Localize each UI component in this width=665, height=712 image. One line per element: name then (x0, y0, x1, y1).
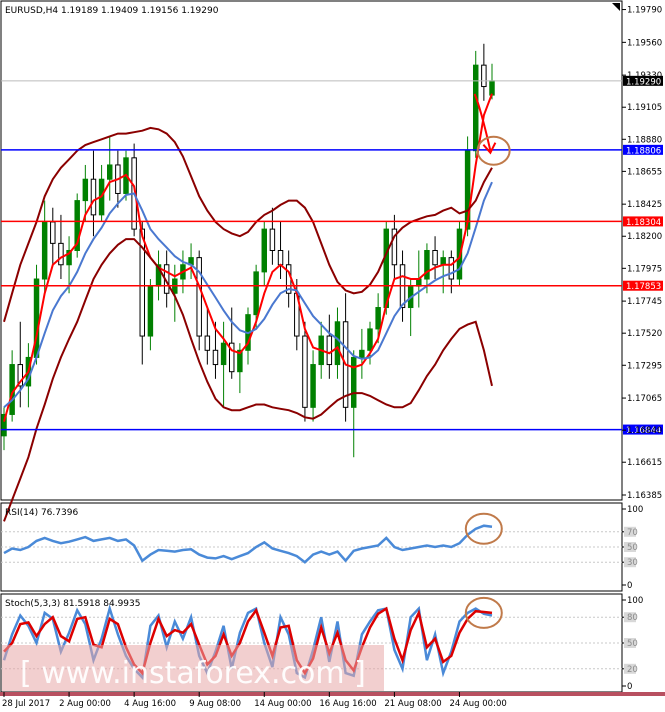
y-tick-label: 1.19560 (627, 38, 662, 48)
x-tick-label: 24 Aug 00:00 (449, 699, 506, 709)
chart-svg: 1.188061.183041.178531.168441.19290 1.19… (0, 0, 665, 709)
y-tick-label: 1.19105 (627, 103, 662, 113)
candle-body (106, 164, 113, 180)
chart-window: 1.18806 1.18304 1.17853 1.16844 1.19290 1.19… (0, 0, 665, 712)
candle-body (90, 178, 97, 216)
candle-body (82, 178, 89, 202)
candle-body (367, 328, 373, 351)
candle-body (277, 250, 284, 266)
y-tick-label: 1.19330 (627, 71, 662, 81)
x-tick-label: 4 Aug 16:00 (124, 699, 176, 709)
candle-body (269, 228, 276, 252)
candle-body (375, 307, 381, 330)
y-tick-label: 1.16385 (627, 491, 662, 501)
candle-body (350, 356, 357, 408)
y-tick-label: 50 (627, 639, 638, 649)
watermark-text: [ www.instaforex.com ] (20, 656, 366, 691)
candle-body (326, 335, 333, 366)
candle-body (204, 335, 211, 351)
candle-body (302, 335, 308, 408)
x-tick-label: 28 Jul 2017 (2, 699, 50, 709)
x-tick-label: 21 Aug 08:00 (384, 699, 441, 709)
y-tick-label: 50 (627, 543, 638, 553)
candle-body (310, 364, 316, 408)
candle-body (334, 321, 341, 366)
candle-body (261, 228, 268, 273)
y-tick-label: 80 (627, 613, 638, 623)
y-tick-label: 100 (627, 505, 643, 515)
level-label: 1.18806 (626, 146, 661, 156)
y-tick-label: 1.17745 (627, 297, 662, 307)
main-panel-frame (0, 0, 623, 501)
candle-body (424, 250, 430, 280)
y-tick-label: 1.16615 (627, 458, 662, 468)
y-tick-label: 1.18200 (627, 232, 662, 242)
candle-body (41, 221, 48, 280)
y-tick-label: 1.17975 (627, 264, 662, 274)
candle-body (489, 80, 495, 96)
x-tick-label: 2 Aug 00:00 (59, 699, 111, 709)
y-tick-label: 0 (627, 682, 632, 692)
y-tick-label: 100 (627, 596, 643, 606)
y-tick-label: 1.17065 (627, 394, 662, 404)
candle-body (383, 228, 390, 309)
candle-body (147, 285, 154, 337)
candle-body (220, 342, 227, 366)
candle-body (440, 257, 446, 266)
y-tick-label: 70 (627, 528, 638, 538)
y-tick-label: 1.17520 (627, 329, 662, 339)
level-label: 1.18304 (626, 218, 661, 228)
rsi-title: RSI(14) 76.7396 (5, 508, 78, 518)
candle-body (58, 242, 64, 266)
candle-body (253, 271, 259, 316)
y-tick-label: 1.19790 (627, 6, 662, 16)
y-tick-label: 1.16840 (627, 426, 662, 436)
candle-body (472, 64, 479, 152)
y-tick-label: 20 (627, 665, 638, 675)
x-tick-label: 16 Aug 16:00 (319, 699, 376, 709)
x-tick-label: 9 Aug 08:00 (189, 699, 241, 709)
main-chart-title: EURUSD,H4 1.19189 1.19409 1.19156 1.1929… (5, 6, 219, 16)
y-tick-label: 1.18880 (627, 135, 662, 145)
level-label: 1.17853 (626, 282, 661, 292)
y-tick-label: 1.17295 (627, 361, 662, 371)
x-tick-label: 14 Aug 00:00 (254, 699, 311, 709)
candle-body (481, 64, 487, 88)
y-tick-label: 1.18425 (627, 200, 662, 210)
y-tick-label: 0 (627, 581, 632, 591)
candle-body (50, 221, 56, 244)
candle-body (359, 349, 365, 358)
bottom-bar (0, 692, 665, 696)
y-tick-label: 1.18655 (627, 167, 662, 177)
candle-body (448, 257, 455, 280)
candle-body (432, 250, 438, 266)
y-tick-label: 30 (627, 558, 638, 568)
candle-body (212, 349, 219, 366)
stoch-title: Stoch(5,3,3) 81.5918 84.9935 (5, 599, 140, 609)
